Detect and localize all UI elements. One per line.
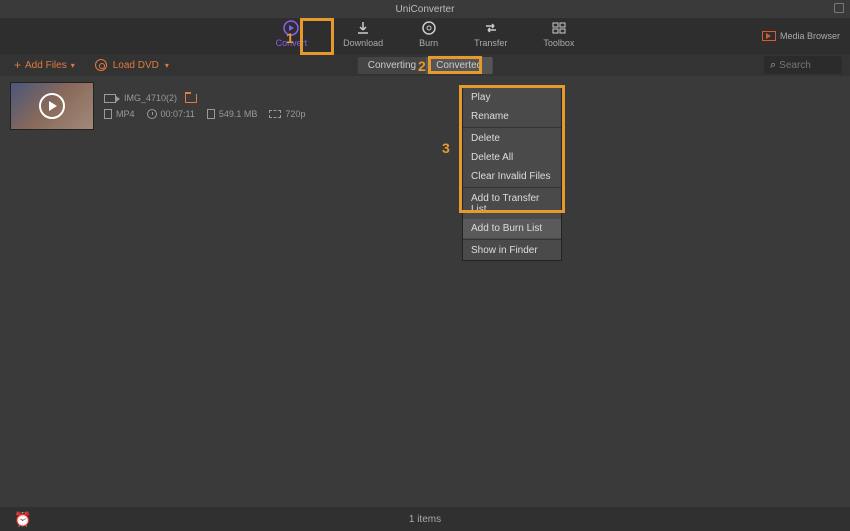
file-name: IMG_4710(2) — [124, 93, 177, 103]
media-browser-button[interactable]: Media Browser — [762, 31, 840, 41]
context-menu: Play Rename Delete Delete All Clear Inva… — [462, 87, 562, 261]
subtab-converting[interactable]: Converting — [358, 57, 426, 74]
folder-icon[interactable] — [185, 94, 197, 103]
file-thumbnail[interactable] — [10, 82, 94, 130]
load-dvd-label: Load DVD — [113, 60, 159, 71]
tab-label: Burn — [419, 38, 438, 48]
search-icon: ⌕ — [770, 59, 776, 72]
transfer-icon — [482, 19, 500, 37]
file-row[interactable]: IMG_4710(2) MP4 00:07:11 549.1 MB 720p — [0, 76, 850, 136]
menu-add-transfer[interactable]: Add to Transfer List — [463, 189, 561, 219]
menu-play[interactable]: Play — [463, 88, 561, 107]
size-icon — [207, 109, 215, 119]
resolution-icon — [269, 110, 281, 118]
add-files-label: Add Files — [25, 60, 67, 71]
media-browser-label: Media Browser — [780, 31, 840, 41]
status-bar: ⏰ 1 items — [0, 507, 850, 531]
search-box[interactable]: ⌕ — [764, 56, 842, 74]
search-input[interactable] — [779, 60, 836, 71]
disc-icon — [95, 59, 107, 71]
chevron-down-icon: ▾ — [165, 61, 169, 70]
media-browser-icon — [762, 31, 776, 41]
menu-separator — [463, 127, 561, 128]
menu-rename[interactable]: Rename — [463, 107, 561, 126]
maximize-icon[interactable] — [834, 3, 844, 13]
main-tab-bar: Convert Download Burn Transfer Toolbox — [0, 18, 850, 54]
tab-label: Convert — [276, 38, 308, 48]
chevron-down-icon: ▾ — [71, 61, 75, 70]
load-dvd-button[interactable]: Load DVD ▾ — [95, 59, 169, 71]
title-bar: UniConverter — [0, 0, 850, 18]
tab-transfer[interactable]: Transfer — [468, 17, 513, 52]
status-items: 1 items — [409, 514, 441, 525]
plus-icon: + — [14, 58, 21, 72]
convert-icon — [282, 19, 300, 37]
file-list: IMG_4710(2) MP4 00:07:11 549.1 MB 720p — [0, 76, 850, 507]
tab-burn[interactable]: Burn — [413, 17, 444, 52]
video-icon — [104, 94, 116, 103]
tab-label: Toolbox — [543, 38, 574, 48]
tab-label: Transfer — [474, 38, 507, 48]
file-resolution: 720p — [285, 109, 305, 119]
menu-separator — [463, 239, 561, 240]
download-icon — [354, 19, 372, 37]
tab-label: Download — [343, 38, 383, 48]
menu-add-burn[interactable]: Add to Burn List — [463, 219, 561, 238]
duration-icon — [147, 109, 157, 119]
tab-download[interactable]: Download — [337, 17, 389, 52]
app-title: UniConverter — [396, 4, 455, 15]
tab-convert[interactable]: Convert — [270, 17, 314, 52]
file-duration: 00:07:11 — [161, 109, 195, 119]
play-icon — [39, 93, 65, 119]
menu-show-finder[interactable]: Show in Finder — [463, 241, 561, 260]
burn-icon — [420, 19, 438, 37]
file-format: MP4 — [116, 109, 135, 119]
file-size: 549.1 MB — [219, 109, 258, 119]
alarm-icon[interactable]: ⏰ — [14, 511, 31, 528]
menu-clear-invalid[interactable]: Clear Invalid Files — [463, 167, 561, 186]
toolbox-icon — [550, 19, 568, 37]
tab-toolbox[interactable]: Toolbox — [537, 17, 580, 52]
add-files-button[interactable]: + Add Files ▾ — [14, 58, 75, 72]
toolbar: + Add Files ▾ Load DVD ▾ Converting Conv… — [0, 54, 850, 76]
file-info: IMG_4710(2) MP4 00:07:11 549.1 MB 720p — [104, 82, 305, 130]
menu-delete-all[interactable]: Delete All — [463, 148, 561, 167]
menu-delete[interactable]: Delete — [463, 129, 561, 148]
subtab-converted[interactable]: Converted — [426, 57, 492, 74]
sub-tabs: Converting Converted — [358, 57, 493, 74]
menu-separator — [463, 187, 561, 188]
format-icon — [104, 109, 112, 119]
